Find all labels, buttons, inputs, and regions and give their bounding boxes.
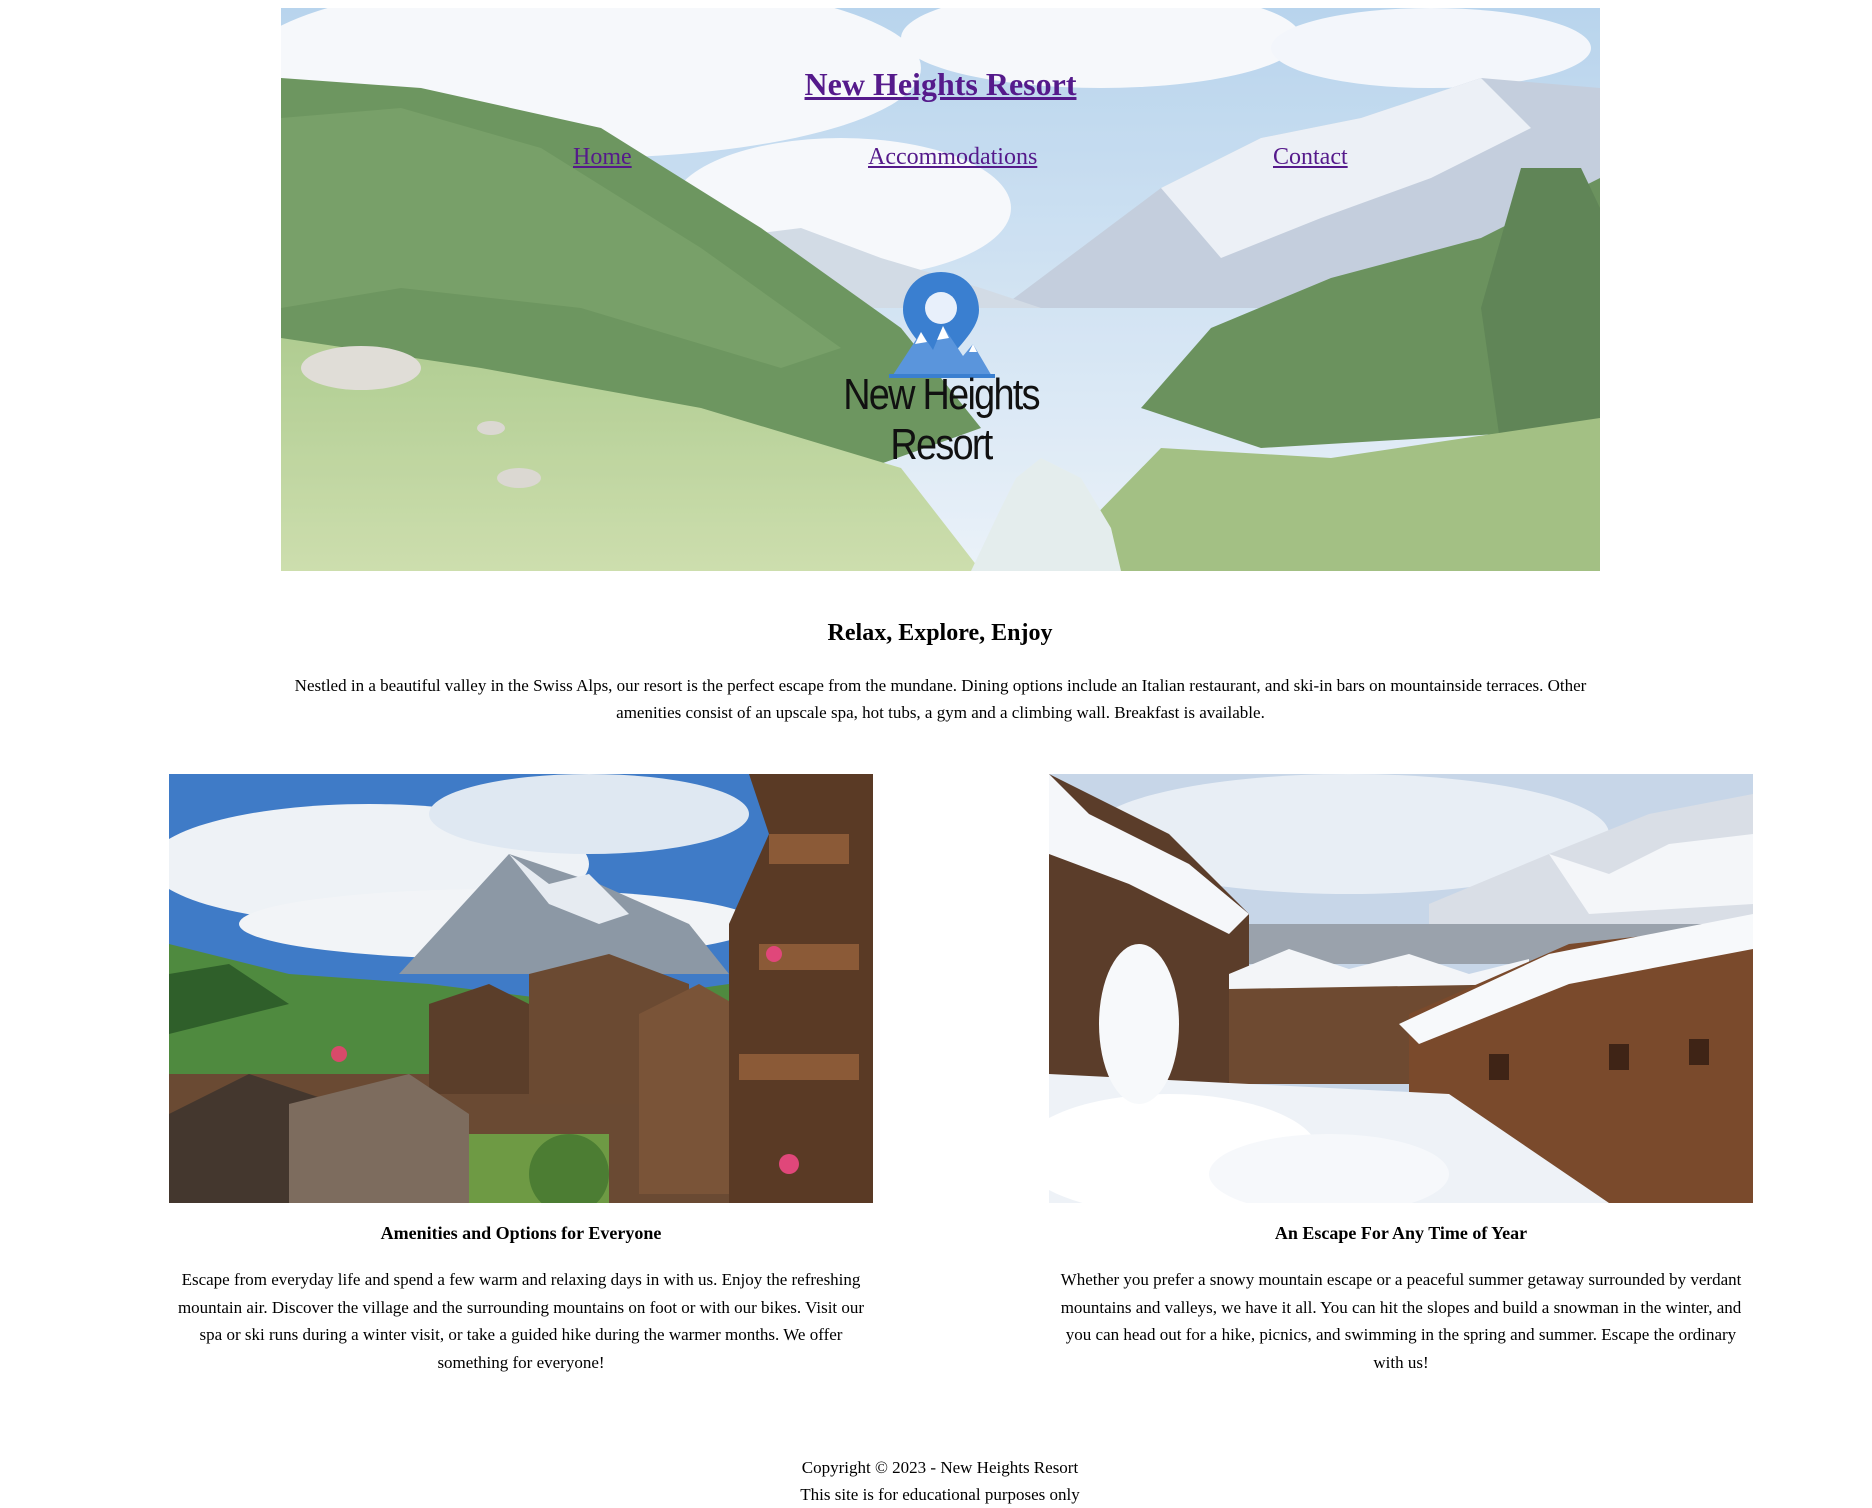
copyright-text: Copyright © 2023 - New Heights Resort	[801, 1458, 1079, 1477]
card-amenities: Amenities and Options for Everyone Escap…	[169, 774, 873, 1372]
nav-link-home[interactable]: Home	[573, 144, 632, 171]
resort-logo: New Heights Resort	[801, 270, 1081, 469]
map-pin-mountain-icon	[889, 272, 995, 378]
nav-link-accommodations[interactable]: Accommodations	[868, 144, 1037, 171]
summer-village-image	[169, 774, 873, 1203]
hero-banner: New Heights Resort Home Accommodations C…	[281, 8, 1600, 571]
card-text: Escape from everyday life and spend a fe…	[177, 1270, 865, 1372]
winter-village-image	[1049, 774, 1753, 1203]
nav-link-contact[interactable]: Contact	[1273, 144, 1348, 171]
card-title: Amenities and Options for Everyone	[380, 1223, 662, 1243]
site-title-link[interactable]: New Heights Resort	[805, 66, 1077, 102]
card-title: An Escape For Any Time of Year	[1274, 1223, 1528, 1243]
intro-heading: Relax, Explore, Enjoy	[827, 620, 1053, 646]
footer-note: This site is for educational purposes on…	[800, 1485, 1080, 1504]
site-title: New Heights Resort	[281, 66, 1600, 103]
card-escape: An Escape For Any Time of Year Whether y…	[1049, 774, 1753, 1372]
card-text: Whether you prefer a snowy mountain esca…	[1060, 1270, 1742, 1372]
intro-paragraph: Nestled in a beautiful valley in the Swi…	[294, 676, 1587, 722]
page-footer: Copyright © 2023 - New Heights Resort Th…	[0, 1454, 1872, 1508]
logo-wordmark: New Heights Resort	[843, 370, 1040, 469]
